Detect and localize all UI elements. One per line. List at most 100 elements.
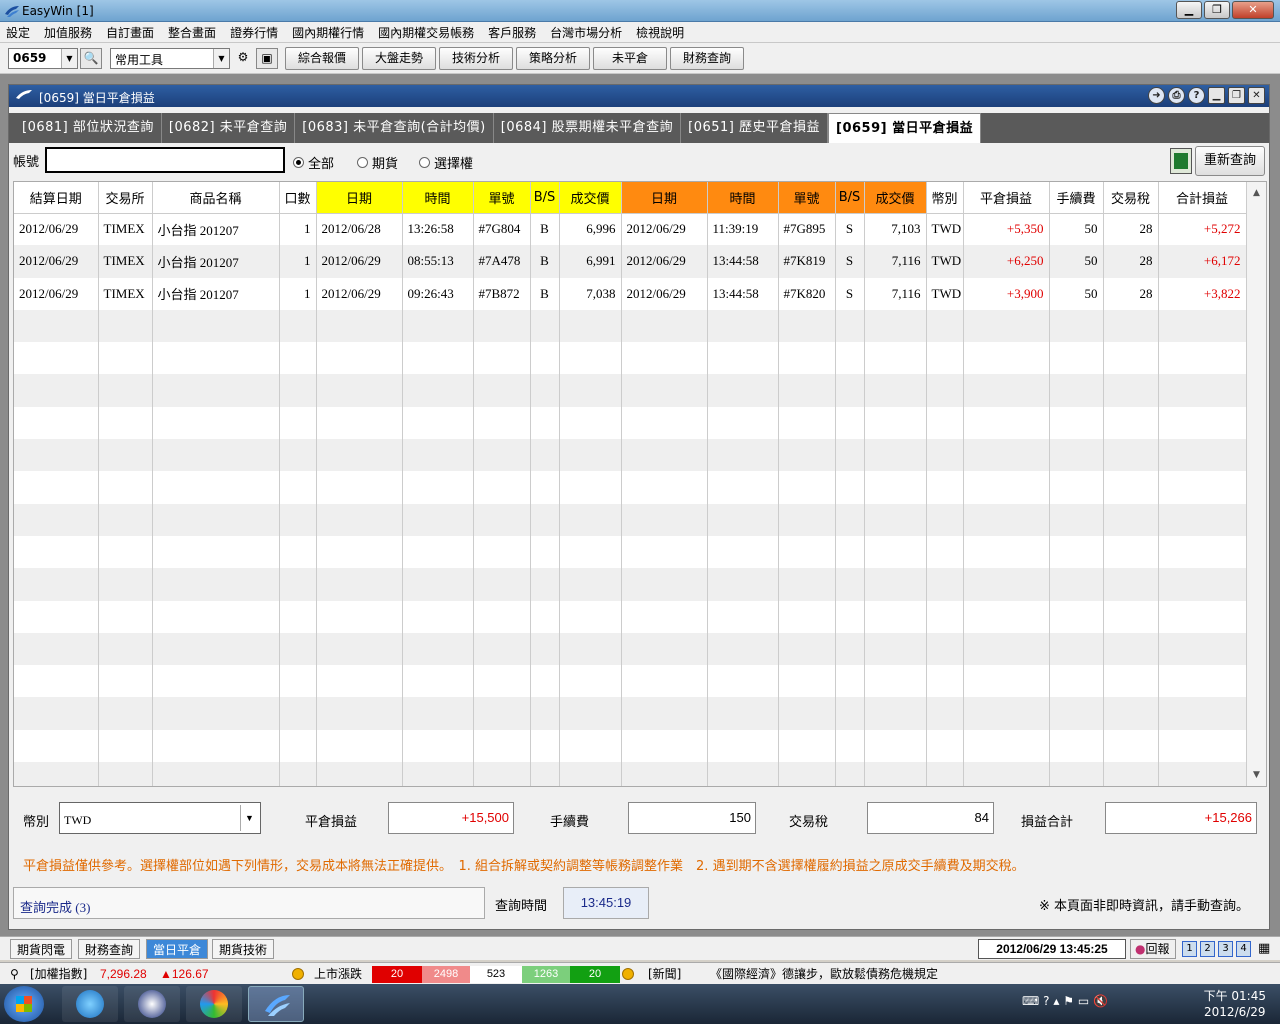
open-positions-button[interactable]: 未平倉 [593, 47, 667, 70]
maximize-button[interactable]: ❐ [1204, 1, 1230, 19]
menu-securities-quotes[interactable]: 證券行情 [230, 24, 278, 41]
table-row[interactable] [14, 729, 1247, 763]
radio-options[interactable]: 選擇權 [419, 153, 473, 172]
table-row[interactable] [14, 697, 1247, 730]
financial-query-button[interactable]: 財務查詢 [670, 47, 744, 70]
gear-icon[interactable]: ⚙ [232, 48, 254, 69]
table-row[interactable] [14, 471, 1247, 504]
search-function-icon[interactable]: 🔍 [80, 48, 102, 69]
page-1-button[interactable]: 1 [1182, 941, 1197, 957]
scroll-down-icon[interactable]: ▼ [1247, 766, 1266, 784]
grid-layout-icon[interactable]: ▦ [1258, 941, 1270, 956]
start-button[interactable] [4, 986, 44, 1022]
menu-view-help[interactable]: 檢視說明 [636, 24, 684, 41]
excel-export-icon[interactable] [1170, 148, 1192, 174]
tab-0651[interactable]: [0651] 歷史平倉損益 [681, 113, 829, 143]
app-taskbar-button-3[interactable] [186, 986, 242, 1022]
network-icon[interactable]: ▭ [1078, 994, 1089, 1008]
table-row[interactable] [14, 600, 1247, 633]
menu-integrated-screen[interactable]: 整合畫面 [168, 24, 216, 41]
account-input[interactable] [45, 147, 285, 173]
function-code-combo[interactable]: 0659 ▼ [8, 48, 78, 69]
child-close-button[interactable]: ✕ [1248, 87, 1265, 104]
menu-taiwan-market-analysis[interactable]: 台灣市場分析 [550, 24, 622, 41]
tools-combo[interactable]: 常用工具 ▼ [110, 48, 230, 69]
table-row[interactable] [14, 632, 1247, 666]
technical-analysis-button[interactable]: 技術分析 [439, 47, 513, 70]
col-header-close-date[interactable]: 日期 [621, 182, 708, 214]
tab-0682[interactable]: [0682] 未平倉查詢 [162, 113, 296, 143]
table-row[interactable] [14, 535, 1247, 569]
col-header-open-price[interactable]: 成交價 [559, 182, 622, 214]
coin-icon[interactable] [292, 968, 304, 980]
tab-0683[interactable]: [0683] 未平倉查詢(合計均價) [295, 113, 494, 143]
page-2-button[interactable]: 2 [1200, 941, 1215, 957]
table-row[interactable]: 2012/06/29 TIMEX 小台指 201207 1 2012/06/29 09:2… [14, 277, 1247, 310]
table-row[interactable] [14, 665, 1247, 698]
table-row[interactable]: 2012/06/29 TIMEX 小台指 201207 1 2012/06/28 13:2… [14, 213, 1247, 246]
quicktab-daily-closed[interactable]: 當日平倉 [146, 939, 209, 959]
chevron-down-icon[interactable]: ▼ [240, 805, 258, 831]
col-header-open-order-no[interactable]: 單號 [473, 182, 531, 214]
page-4-button[interactable]: 4 [1236, 941, 1251, 957]
taskbar-clock[interactable]: 下午 01:45 2012/6/29 [1204, 988, 1266, 1020]
quicktab-futures-flash[interactable]: 期貨閃電 [10, 939, 73, 959]
help-icon[interactable]: ? [1188, 87, 1205, 104]
table-row[interactable] [14, 568, 1247, 601]
menu-value-added[interactable]: 加值服務 [44, 24, 92, 41]
table-row[interactable]: 2012/06/29 TIMEX 小台指 201207 1 2012/06/29 08:5… [14, 245, 1247, 278]
page-3-button[interactable]: 3 [1218, 941, 1233, 957]
print-icon[interactable]: ⎙ [1168, 87, 1185, 104]
chevron-down-icon[interactable]: ▼ [213, 49, 229, 68]
close-button[interactable]: ✕ [1232, 1, 1274, 19]
col-header-product-name[interactable]: 商品名稱 [152, 182, 280, 214]
quicktab-financial-query[interactable]: 財務查詢 [78, 939, 141, 959]
col-header-open-time[interactable]: 時間 [402, 182, 474, 214]
menu-domestic-futures-quotes[interactable]: 國內期權行情 [292, 24, 364, 41]
minimize-button[interactable]: ▁ [1176, 1, 1202, 19]
col-header-fee[interactable]: 手續費 [1049, 182, 1104, 214]
table-row[interactable] [14, 406, 1247, 440]
radio-futures[interactable]: 期貨 [357, 153, 398, 172]
col-header-close-order-no[interactable]: 單號 [778, 182, 836, 214]
menu-customer-service[interactable]: 客戶服務 [488, 24, 536, 41]
market-trend-button[interactable]: 大盤走勢 [362, 47, 436, 70]
strategy-analysis-button[interactable]: 策略分析 [516, 47, 590, 70]
col-header-closed-pnl[interactable]: 平倉損益 [963, 182, 1050, 214]
ie-taskbar-button[interactable] [62, 986, 118, 1022]
radio-all[interactable]: 全部 [293, 153, 334, 172]
col-header-open-date[interactable]: 日期 [316, 182, 403, 214]
col-header-settle-date[interactable]: 結算日期 [14, 182, 99, 214]
tray-expand-icon[interactable]: ▴ [1053, 994, 1059, 1008]
app-taskbar-button-2[interactable] [124, 986, 180, 1022]
volume-muted-icon[interactable]: 🔇 [1093, 994, 1108, 1008]
tab-0684[interactable]: [0684] 股票期權未平倉查詢 [494, 113, 682, 143]
chevron-down-icon[interactable]: ▼ [61, 49, 77, 68]
table-row[interactable] [14, 342, 1247, 375]
tab-0659[interactable]: [0659] 當日平倉損益 [828, 113, 982, 143]
currency-select[interactable]: TWD ▼ [59, 802, 261, 834]
col-header-tax[interactable]: 交易稅 [1103, 182, 1159, 214]
table-row[interactable] [14, 503, 1247, 536]
table-row[interactable] [14, 309, 1247, 343]
tab-0681[interactable]: [0681] 部位狀況查詢 [15, 113, 162, 143]
menu-settings[interactable]: 設定 [6, 24, 30, 41]
report-button[interactable]: ●回報 [1130, 939, 1176, 959]
col-header-lots[interactable]: 口數 [279, 182, 317, 214]
flag-icon[interactable]: ⚑ [1063, 994, 1074, 1008]
keyboard-icon[interactable]: ⌨ [1022, 994, 1039, 1008]
coin-icon[interactable] [622, 968, 634, 980]
col-header-open-bs[interactable]: B/S [530, 182, 560, 214]
easywin-taskbar-button[interactable] [248, 986, 304, 1022]
menu-custom-screen[interactable]: 自訂畫面 [106, 24, 154, 41]
new-window-icon[interactable]: ▣ [256, 48, 278, 69]
quotes-button[interactable]: 綜合報價 [285, 47, 359, 70]
col-header-close-time[interactable]: 時間 [707, 182, 779, 214]
export-icon[interactable]: ➜ [1148, 87, 1165, 104]
col-header-net-pnl[interactable]: 合計損益 [1158, 182, 1247, 214]
table-row[interactable] [14, 439, 1247, 472]
child-restore-button[interactable]: ❐ [1228, 87, 1245, 104]
news-headline[interactable]: 《國際經濟》德讓步，歐放鬆債務危機規定 [710, 966, 938, 983]
help-tray-icon[interactable]: ? [1043, 994, 1049, 1008]
grid-scrollbar[interactable]: ▲ ▼ [1246, 182, 1266, 786]
